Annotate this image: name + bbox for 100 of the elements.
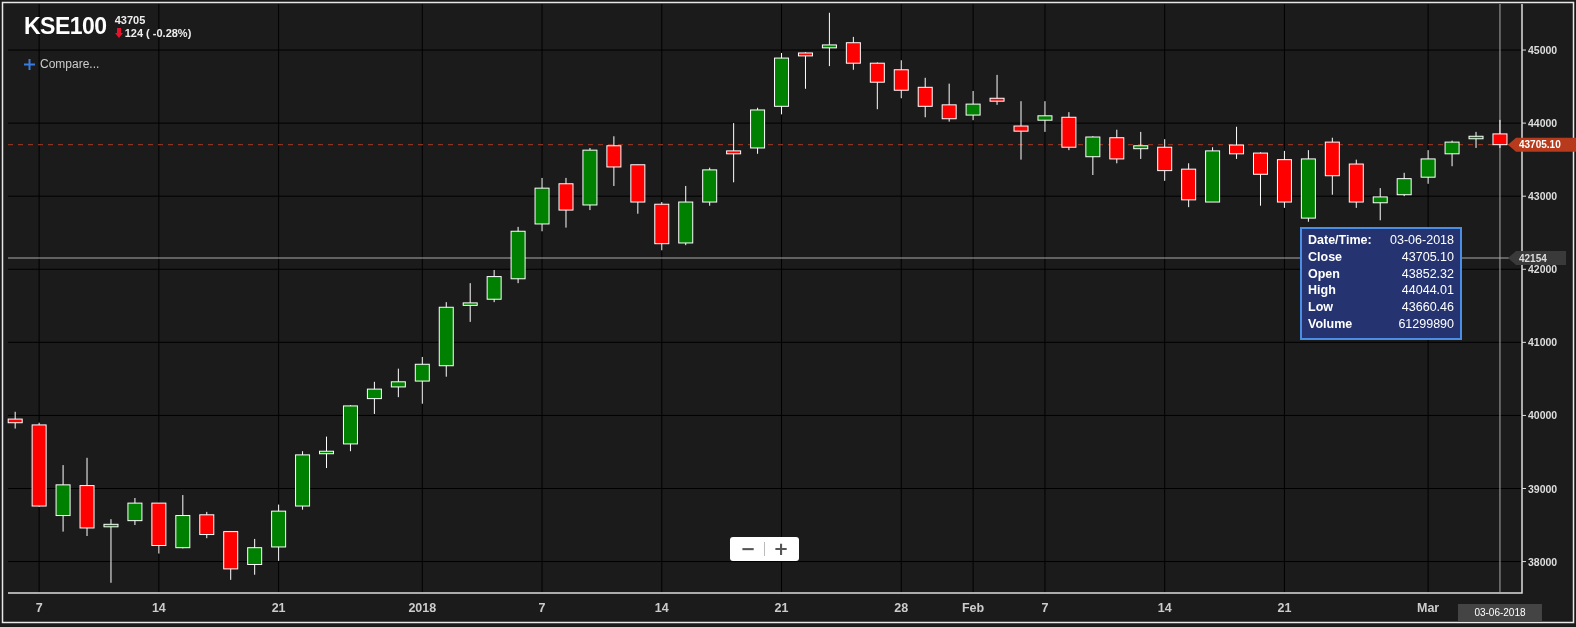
candlestick (941, 83, 957, 123)
candlestick (1157, 138, 1173, 182)
tooltip-value: 61299890 (1397, 316, 1454, 333)
change-value: 124 ( -0.28%) (124, 26, 192, 40)
candlestick (295, 450, 311, 511)
axis-label: 2018 (408, 601, 437, 615)
candlestick (1276, 150, 1292, 209)
axis-label: 38000 (1528, 555, 1558, 568)
tooltip-label: Open (1308, 265, 1341, 283)
index-symbol: KSE100 (24, 13, 107, 40)
candlestick (606, 135, 622, 187)
candlestick (1444, 140, 1460, 167)
candlestick (582, 147, 598, 211)
candlestick (175, 494, 191, 549)
candlestick (534, 177, 550, 232)
axis-label: 7 (1041, 601, 1049, 615)
candlestick (630, 164, 646, 215)
axis-label: 41000 (1528, 336, 1558, 349)
candlestick (917, 77, 933, 118)
axis-label: Mar (1417, 601, 1440, 615)
candlestick (1468, 131, 1484, 149)
candlestick (271, 504, 287, 562)
candlestick (893, 59, 909, 99)
axis-label: 42000 (1528, 263, 1558, 276)
tooltip-value: 43705.10 (1400, 248, 1454, 266)
candlestick (199, 511, 215, 539)
axis-label: 39000 (1528, 482, 1558, 495)
axis-label: 14 (1157, 601, 1172, 615)
tooltip-label: Volume (1308, 316, 1354, 333)
candlestick (1013, 100, 1029, 161)
candlestick (821, 12, 837, 67)
candlestick (414, 356, 430, 405)
candlestick (1085, 135, 1101, 176)
axis-label: 14 (151, 601, 166, 615)
candlestick (247, 538, 263, 576)
candlestick (726, 122, 742, 183)
plus-icon (24, 58, 35, 70)
candlestick (678, 185, 694, 246)
candlestick (127, 497, 143, 526)
candlestick (989, 74, 1005, 106)
tooltip-label: Low (1308, 299, 1334, 316)
candlestick (7, 411, 23, 430)
candlestick (390, 368, 406, 398)
axis-label: 21 (271, 601, 286, 615)
candlestick (1420, 149, 1436, 185)
candlestick (965, 90, 981, 121)
tooltip-value: 03-06-2018 (1389, 232, 1454, 249)
candlestick (1181, 162, 1197, 208)
tooltip-label: Close (1308, 248, 1344, 266)
candlestick (1133, 131, 1149, 160)
tooltip-label: Date/Time: (1308, 232, 1372, 249)
axis-label: 21 (774, 601, 789, 615)
axis-label: 40000 (1528, 409, 1558, 422)
axis-label: 7 (35, 601, 43, 615)
candlestick (654, 201, 670, 251)
candlestick (486, 269, 502, 303)
candlestick (1253, 151, 1268, 207)
candlestick (845, 36, 861, 71)
tooltip-label: High (1308, 282, 1337, 300)
axis-label: 45000 (1528, 44, 1558, 57)
candlestick (558, 177, 574, 229)
axis-label: 28 (894, 601, 909, 615)
candlestick (462, 282, 478, 323)
candlestick (774, 52, 789, 115)
candlestick (869, 61, 885, 110)
date-tag: 03-06-2018 (1457, 604, 1542, 621)
minus-button[interactable]: − (732, 537, 764, 561)
axis-label: 7 (538, 601, 546, 615)
candlestick (1348, 159, 1364, 209)
tooltip-value: 43852.32 (1400, 265, 1454, 283)
candlestick (151, 502, 167, 555)
last-value: 43705 (114, 13, 147, 27)
tooltip-value: 44044.01 (1400, 282, 1454, 300)
candlestick (797, 51, 813, 90)
axis-label: Feb (962, 601, 985, 615)
candlestick (1109, 129, 1125, 164)
candlestick (1396, 172, 1412, 197)
axis-label: 21 (1277, 601, 1292, 615)
candlestick (1324, 137, 1340, 196)
candlestick (223, 531, 239, 581)
candlestick (366, 381, 382, 415)
candlestick (1037, 100, 1053, 133)
candlestick (1229, 126, 1245, 160)
candlestick (1492, 119, 1508, 149)
plus-button[interactable]: + (765, 537, 797, 561)
tooltip-value: 43660.46 (1400, 299, 1454, 316)
candlestick (103, 518, 119, 584)
candlestick (702, 167, 718, 207)
axis-label: 44000 (1528, 117, 1558, 130)
axis-label: 14 (654, 601, 669, 615)
candlestick (1372, 187, 1388, 221)
candlestick (55, 464, 71, 533)
candlestick (319, 436, 334, 469)
candlestick (750, 107, 766, 155)
price-tag: 42154 (1508, 251, 1566, 265)
candlestick (1061, 111, 1077, 151)
axis-label: 43000 (1528, 190, 1558, 203)
compare-button[interactable]: Compare... (24, 57, 100, 71)
candlestick (342, 404, 358, 452)
candlestick (1205, 146, 1221, 203)
